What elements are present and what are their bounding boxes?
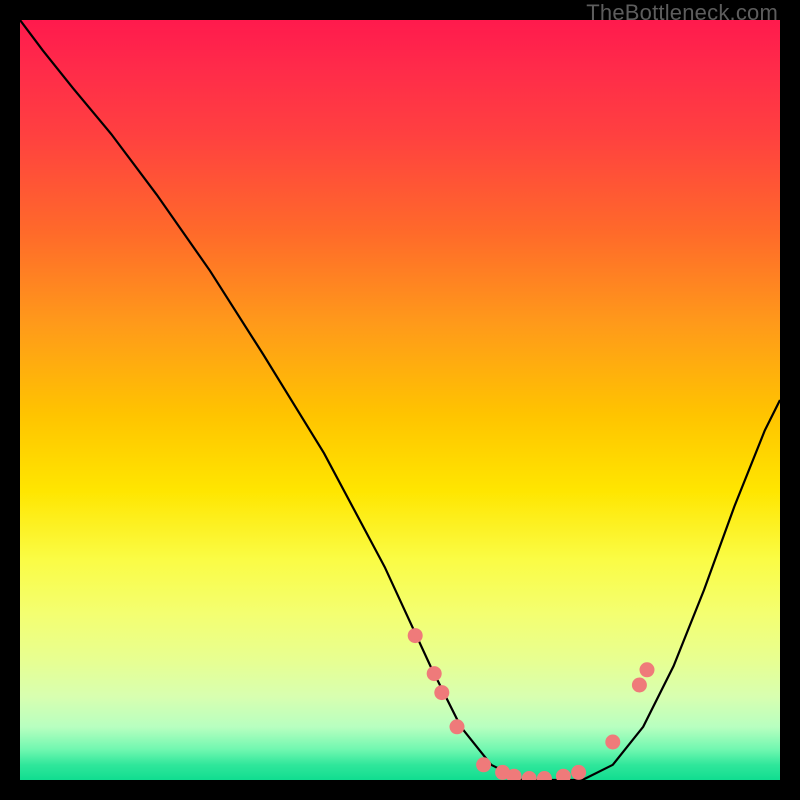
data-point xyxy=(427,666,442,681)
chart-frame: TheBottleneck.com xyxy=(0,0,800,800)
data-point xyxy=(640,662,655,677)
data-point xyxy=(556,769,571,780)
data-point xyxy=(605,735,620,750)
data-point xyxy=(632,678,647,693)
data-point xyxy=(434,685,449,700)
chart-svg xyxy=(20,20,780,780)
data-point xyxy=(571,765,586,780)
data-point xyxy=(522,771,537,780)
plot-area xyxy=(20,20,780,780)
data-point xyxy=(408,628,423,643)
data-point xyxy=(450,719,465,734)
data-point xyxy=(537,771,552,780)
bottleneck-curve xyxy=(20,20,780,780)
data-point xyxy=(476,757,491,772)
